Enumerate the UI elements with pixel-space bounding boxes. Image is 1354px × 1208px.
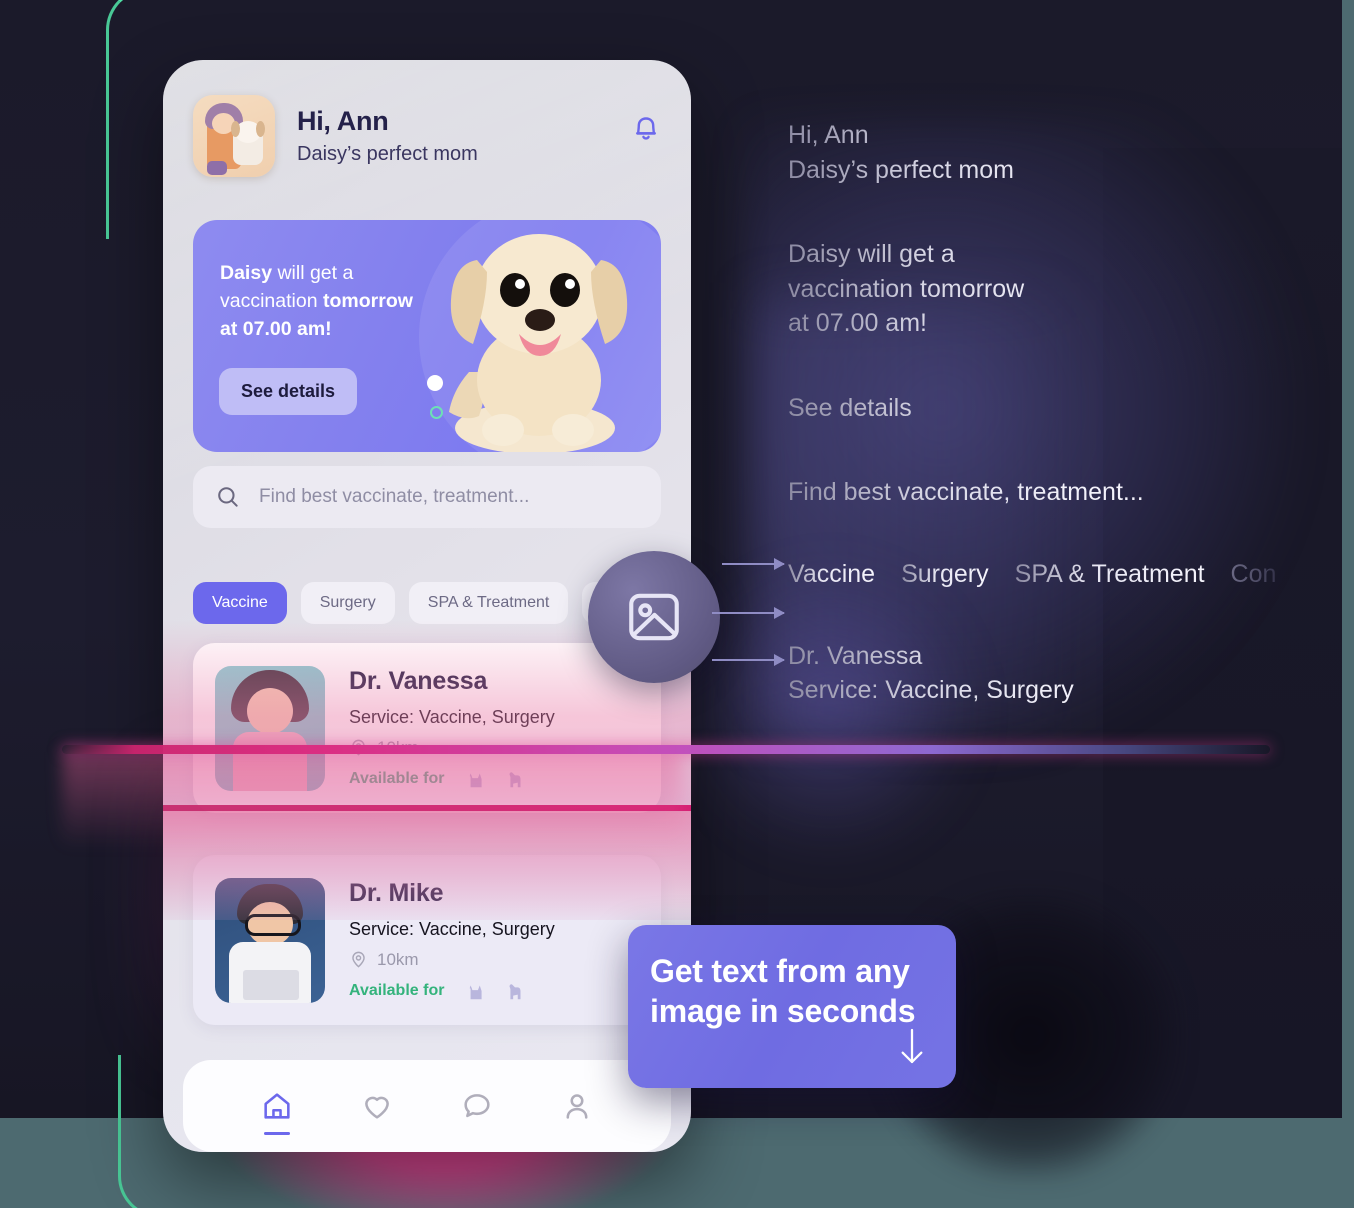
pointer-arrow-doctor-service (712, 654, 785, 666)
extracted-spacer (788, 212, 1308, 237)
extracted-spacer (788, 510, 1308, 535)
doctor-service: Service: Vaccine, Surgery (349, 918, 555, 939)
background-cut-right-edge (1342, 0, 1354, 1208)
banner-line3: at 07.00 am! (220, 317, 332, 340)
dog-icon (509, 983, 521, 999)
extracted-chip-vaccine: Vaccine (788, 559, 876, 588)
extracted-line-banner-3: at 07.00 am! (788, 306, 1308, 341)
doctor-availability-row: Available for (349, 980, 661, 1002)
person-icon (566, 1094, 588, 1119)
banner-line2-rest: vaccination (220, 289, 323, 312)
extracted-spacer (788, 450, 1308, 475)
heart-icon (365, 1096, 389, 1119)
extracted-spacer (788, 425, 1308, 450)
extracted-line-cta: See details (788, 391, 1308, 426)
search-icon (215, 484, 241, 510)
nav-item-favorites[interactable] (360, 1089, 394, 1123)
callout-text: Get text from any image in seconds (650, 953, 916, 1030)
extracted-spacer (788, 187, 1308, 212)
pointer-arrow-doctor-name (712, 607, 785, 619)
promo-banner[interactable]: Daisy will get a vaccination tomorrow at… (193, 220, 661, 452)
doctor-glasses (245, 913, 301, 936)
chat-bubble-icon (464, 1094, 490, 1118)
avatar-dog-ear-left (231, 121, 240, 137)
extracted-text-panel: Hi, Ann Daisy’s perfect mom Daisy will g… (788, 118, 1308, 708)
scan-line (62, 745, 1270, 754)
app-header: Hi, Ann Daisy’s perfect mom (193, 95, 663, 177)
cat-icon (470, 985, 483, 999)
extracted-line-banner-1: Daisy will get a (788, 237, 1308, 272)
category-chip-vaccine[interactable]: Vaccine (193, 582, 287, 624)
extracted-chip-spa: SPA & Treatment (1014, 559, 1205, 588)
screenshot-stage: Hi, Ann Daisy’s perfect mom Daisy will g… (0, 0, 1354, 1208)
doctor-name: Dr. Vanessa (349, 666, 488, 695)
image-icon (629, 593, 679, 641)
avatar[interactable] (193, 95, 275, 177)
scan-image-button[interactable] (588, 551, 720, 683)
banner-line2-strong: tomorrow (322, 289, 413, 312)
see-details-button[interactable]: See details (219, 368, 358, 415)
page-title: Hi, Ann (297, 105, 389, 136)
puppy-illustration (449, 234, 628, 452)
nav-item-messages[interactable] (460, 1089, 494, 1123)
banner-line1-rest: will get a (272, 262, 354, 284)
nav-item-profile[interactable] (560, 1089, 594, 1123)
extracted-line-doctor-service: Service: Vaccine, Surgery (788, 673, 1308, 708)
category-chip-spa-treatment[interactable]: SPA & Treatment (408, 582, 569, 624)
doctor-distance-row: 10km (349, 950, 661, 970)
extracted-spacer (788, 589, 1308, 614)
header-text-group: Hi, Ann Daisy’s perfect mom (297, 106, 629, 166)
pet-icon-group (466, 980, 526, 1002)
extracted-line-subtitle: Daisy’s perfect mom (788, 153, 1308, 188)
callout-tooltip: Get text from any image in seconds (628, 925, 956, 1088)
page-subtitle: Daisy’s perfect mom (297, 143, 478, 166)
doctor-name: Dr. Mike (349, 878, 444, 907)
search-bar[interactable]: Find best vaccinate, treatment... (193, 466, 661, 528)
doctor-info: Dr. Mike Service: Vaccine, Surgery 10km … (349, 879, 661, 1002)
doctor-distance: 10km (377, 949, 419, 969)
pointer-arrow-chips (722, 558, 785, 570)
extracted-line-banner-2: vaccination tomorrow (788, 272, 1308, 307)
extracted-chip-row: Vaccine Surgery SPA & Treatment Con (788, 560, 1308, 589)
doctor-card-mike[interactable]: Dr. Mike Service: Vaccine, Surgery 10km … (193, 855, 661, 1025)
doctor-face (247, 687, 293, 734)
extracted-line-greeting: Hi, Ann (788, 118, 1308, 153)
doctor-book (243, 969, 299, 1000)
search-input[interactable]: Find best vaccinate, treatment... (259, 486, 529, 508)
arrow-down-icon (901, 1028, 923, 1064)
extracted-chip-surgery: Surgery (901, 559, 989, 588)
home-icon (264, 1093, 290, 1119)
doctor-availability-label: Available for (349, 981, 445, 999)
extracted-line-doctor-name: Dr. Vanessa (788, 639, 1308, 674)
extracted-spacer (788, 614, 1308, 639)
extracted-chip-consultation: Con (1230, 559, 1277, 588)
extracted-spacer (788, 341, 1308, 366)
bell-icon[interactable] (629, 110, 663, 144)
scan-haze (62, 752, 682, 848)
extracted-spacer (788, 366, 1308, 391)
extracted-line-search: Find best vaccinate, treatment... (788, 475, 1308, 510)
avatar-dog-ear-right (256, 121, 265, 137)
nav-item-home[interactable] (260, 1089, 294, 1135)
doctor-photo-mike (215, 877, 325, 1003)
nav-active-indicator (264, 1132, 290, 1135)
location-pin-icon (352, 951, 365, 968)
banner-pet-name: Daisy (220, 262, 273, 284)
category-chip-surgery[interactable]: Surgery (300, 582, 395, 624)
doctor-service: Service: Vaccine, Surgery (349, 706, 555, 727)
extracted-spacer (788, 535, 1308, 560)
avatar-boot (207, 161, 227, 175)
bottom-navigation (183, 1060, 671, 1152)
